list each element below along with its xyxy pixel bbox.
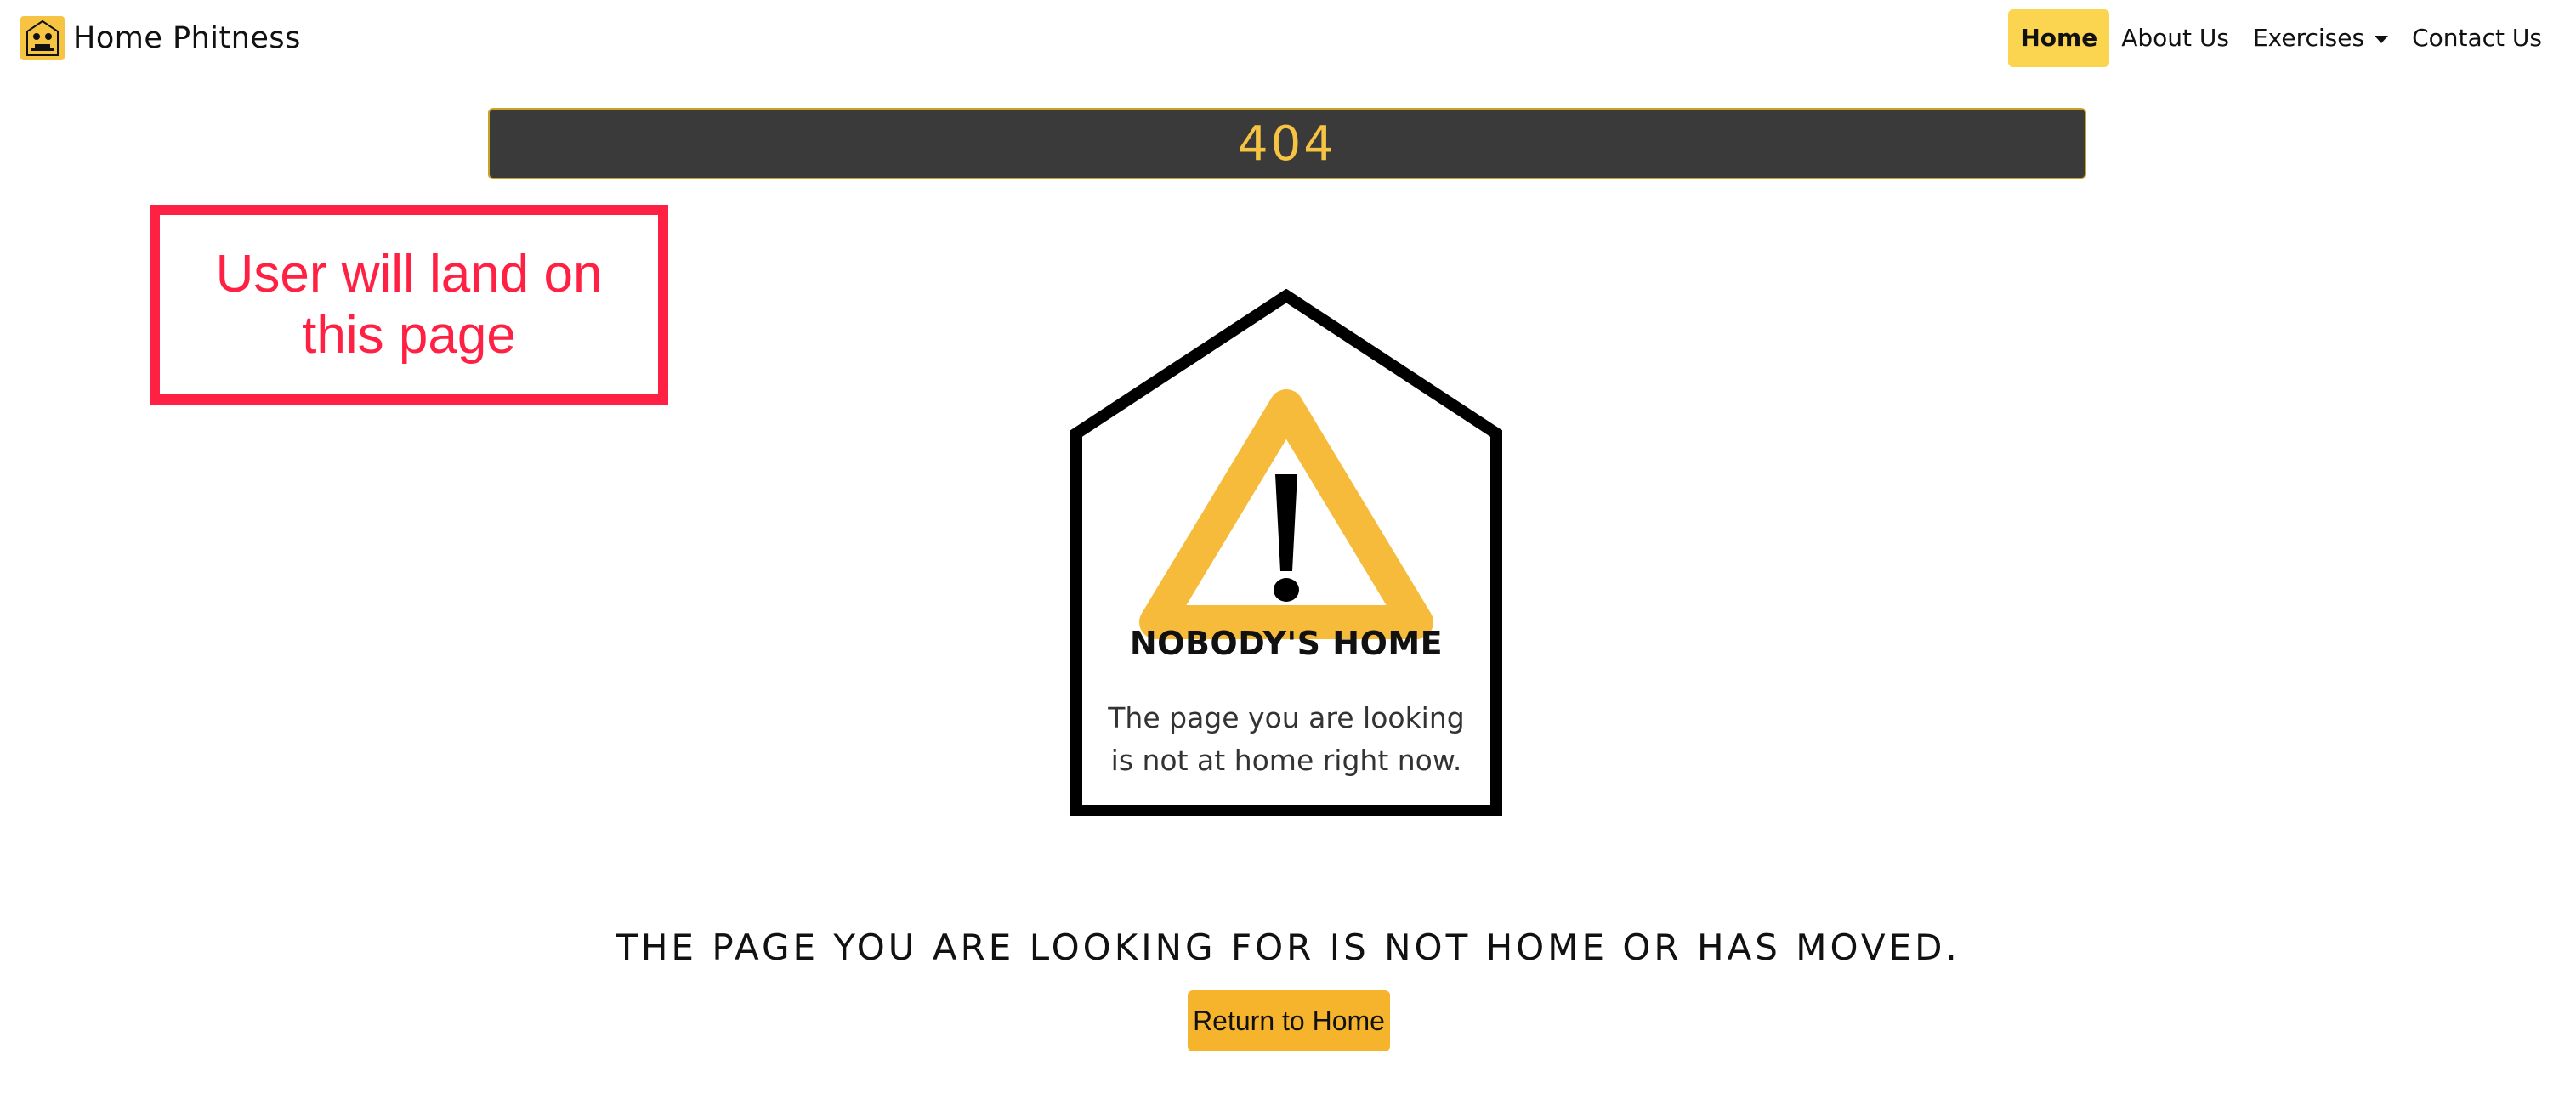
annotation-callout: User will land on this page [150, 205, 668, 405]
brand-name: Home Phitness [73, 21, 301, 55]
caret-down-icon [2375, 35, 2389, 43]
brand-link[interactable]: Home Phitness [20, 15, 301, 61]
error-banner: 404 [488, 108, 2086, 179]
nobodys-home-illustration: NOBODY'S HOME The page you are looking i… [1070, 289, 1503, 816]
nav-links: Home About Us Exercises Contact Us [2008, 9, 2554, 67]
nav-link-about-us[interactable]: About Us [2109, 9, 2241, 67]
not-found-message: THE PAGE YOU ARE LOOKING FOR IS NOT HOME… [616, 926, 1960, 968]
illustration-body: The page you are looking is not at home … [1108, 701, 1465, 777]
nav-link-contact-us[interactable]: Contact Us [2400, 9, 2554, 67]
navbar: Home Phitness Home About Us Exercises Co… [0, 0, 2576, 76]
nav-link-exercises-label: Exercises [2252, 24, 2365, 52]
annotation-text: User will land on this page [215, 244, 603, 365]
return-to-home-button[interactable]: Return to Home [1188, 990, 1390, 1051]
brand-logo-icon [20, 16, 65, 60]
nav-link-home[interactable]: Home [2008, 9, 2110, 67]
illustration-title: NOBODY'S HOME [1129, 625, 1444, 662]
nav-link-exercises[interactable]: Exercises [2241, 9, 2400, 67]
error-code: 404 [1238, 116, 1336, 172]
